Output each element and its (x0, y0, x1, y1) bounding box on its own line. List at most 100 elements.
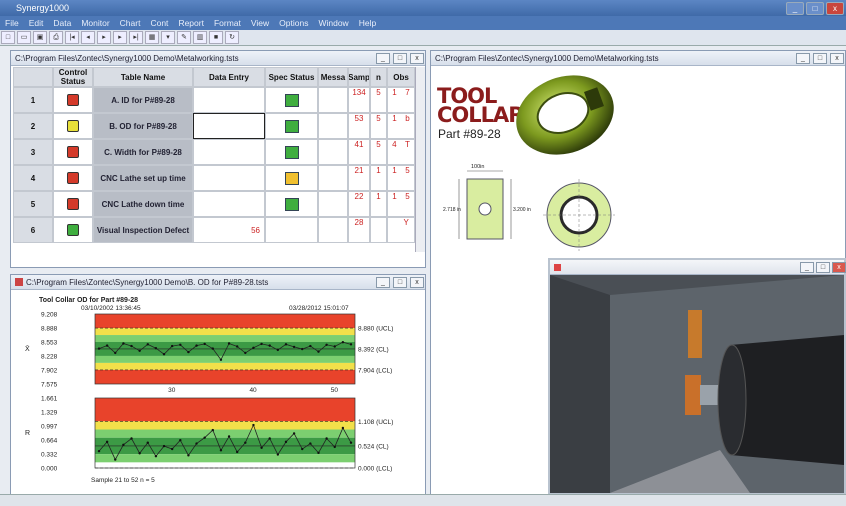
n-cell: 5 (370, 139, 387, 165)
y-tick-label: 0.332 (41, 452, 58, 459)
column-header: n (370, 67, 387, 87)
data-entry-cell[interactable] (193, 113, 265, 139)
column-header: Table Name (93, 67, 193, 87)
vertical-scrollbar[interactable] (415, 67, 425, 252)
row-number[interactable]: 3 (13, 139, 53, 165)
table-name-cell[interactable]: Visual Inspection Defect (93, 217, 193, 243)
row-number[interactable]: 5 (13, 191, 53, 217)
data-entry-cell[interactable] (193, 165, 265, 191)
control-status-indicator (67, 120, 79, 132)
menu-item-cont[interactable]: Cont (145, 18, 173, 28)
maximize-button[interactable]: □ (813, 53, 827, 64)
new-icon[interactable]: □ (1, 31, 15, 44)
menu-item-window[interactable]: Window (313, 18, 353, 28)
table-name-cell[interactable]: B. OD for P#89-28 (93, 113, 193, 139)
maximize-button[interactable]: □ (806, 2, 824, 15)
data-point (114, 351, 117, 355)
data-point (244, 351, 247, 355)
table-name-cell[interactable]: A. ID for P#89-28 (93, 87, 193, 113)
data-point (179, 438, 182, 442)
close-button[interactable]: x (410, 53, 424, 64)
row-number[interactable]: 4 (13, 165, 53, 191)
menu-item-format[interactable]: Format (209, 18, 246, 28)
chart-zone (95, 335, 355, 343)
table-name-cell[interactable]: CNC Lathe set up time (93, 165, 193, 191)
data-point (252, 423, 255, 427)
data-point (284, 343, 288, 346)
maximize-button[interactable]: □ (816, 262, 830, 273)
data-point (219, 449, 223, 452)
close-button[interactable]: x (832, 262, 846, 273)
row-number[interactable]: 1 (13, 87, 53, 113)
close-button[interactable]: x (410, 277, 424, 288)
data-point (244, 441, 247, 444)
column-header: Messa (318, 67, 348, 87)
prev-icon[interactable]: ◂ (81, 31, 95, 44)
y-tick-label: 1.661 (41, 396, 58, 403)
limit-label: 7.904 (LCL) (358, 367, 392, 374)
row-number[interactable]: 6 (13, 217, 53, 243)
data-entry-cell[interactable]: 56 (193, 217, 265, 243)
data-entry-cell[interactable] (193, 139, 265, 165)
data-point (122, 443, 125, 447)
menu-item-report[interactable]: Report (173, 18, 209, 28)
data-point (309, 442, 312, 445)
message-cell (318, 139, 348, 165)
save-icon[interactable]: ▣ (33, 31, 47, 44)
menu-item-help[interactable]: Help (354, 18, 381, 28)
obs-value-2: b (405, 114, 410, 123)
menu-item-monitor[interactable]: Monitor (76, 18, 114, 28)
next-icon[interactable]: ▸ (113, 31, 127, 44)
dim-left-label: 2.718 in (443, 207, 461, 213)
refresh-icon[interactable]: ↻ (225, 31, 239, 44)
obs-value-2: T (404, 140, 410, 149)
menu-item-file[interactable]: File (0, 18, 24, 28)
data-point (301, 447, 304, 451)
table-name-cell[interactable]: CNC Lathe down time (93, 191, 193, 217)
data-point (203, 342, 206, 346)
menu-item-data[interactable]: Data (48, 18, 76, 28)
close-button[interactable]: x (830, 53, 844, 64)
minimize-button[interactable]: _ (786, 2, 804, 15)
data-point (292, 345, 296, 349)
x-tick-label: 50 (331, 387, 339, 394)
minimize-button[interactable]: _ (376, 277, 390, 288)
maximize-button[interactable]: □ (393, 53, 407, 64)
stop-icon[interactable]: ■ (209, 31, 223, 44)
y-tick-label: 9.208 (41, 312, 58, 319)
menu-item-options[interactable]: Options (274, 18, 313, 28)
chart-icon[interactable]: ▥ (193, 31, 207, 44)
last-icon[interactable]: ▸| (129, 31, 143, 44)
row-number[interactable]: 2 (13, 113, 53, 139)
data-entry-cell[interactable] (193, 191, 265, 217)
print-icon[interactable]: ⎙ (49, 31, 63, 44)
open-icon[interactable]: ▭ (17, 31, 31, 44)
menu-item-view[interactable]: View (246, 18, 274, 28)
chart-title: Tool Collar OD for Part #89-28 (39, 297, 138, 304)
data-point (301, 347, 304, 351)
data-entry-cell[interactable] (193, 87, 265, 113)
sample-cell: 134 (348, 87, 370, 113)
dim-top-label: 100in (471, 164, 484, 170)
minimize-button[interactable]: _ (800, 262, 814, 273)
menu-item-chart[interactable]: Chart (115, 18, 146, 28)
grid-icon[interactable]: ▦ (145, 31, 159, 44)
data-point (138, 349, 141, 352)
data-point (260, 342, 263, 346)
edit-icon[interactable]: ✎ (177, 31, 191, 44)
maximize-button[interactable]: □ (393, 277, 407, 288)
close-button[interactable]: x (826, 2, 844, 15)
menu-item-edit[interactable]: Edit (24, 18, 49, 28)
data-point (154, 454, 158, 458)
y-tick-label: 0.664 (41, 438, 58, 445)
first-icon[interactable]: |◂ (65, 31, 79, 44)
obs-cell: Y (387, 217, 415, 243)
filter-icon[interactable]: ▾ (161, 31, 175, 44)
play-icon[interactable]: ▸ (97, 31, 111, 44)
data-point (309, 344, 312, 348)
n-cell (370, 217, 387, 243)
minimize-button[interactable]: _ (376, 53, 390, 64)
table-name-cell[interactable]: C. Width for P#89-28 (93, 139, 193, 165)
x-tick-label: 40 (249, 387, 257, 394)
minimize-button[interactable]: _ (796, 53, 810, 64)
